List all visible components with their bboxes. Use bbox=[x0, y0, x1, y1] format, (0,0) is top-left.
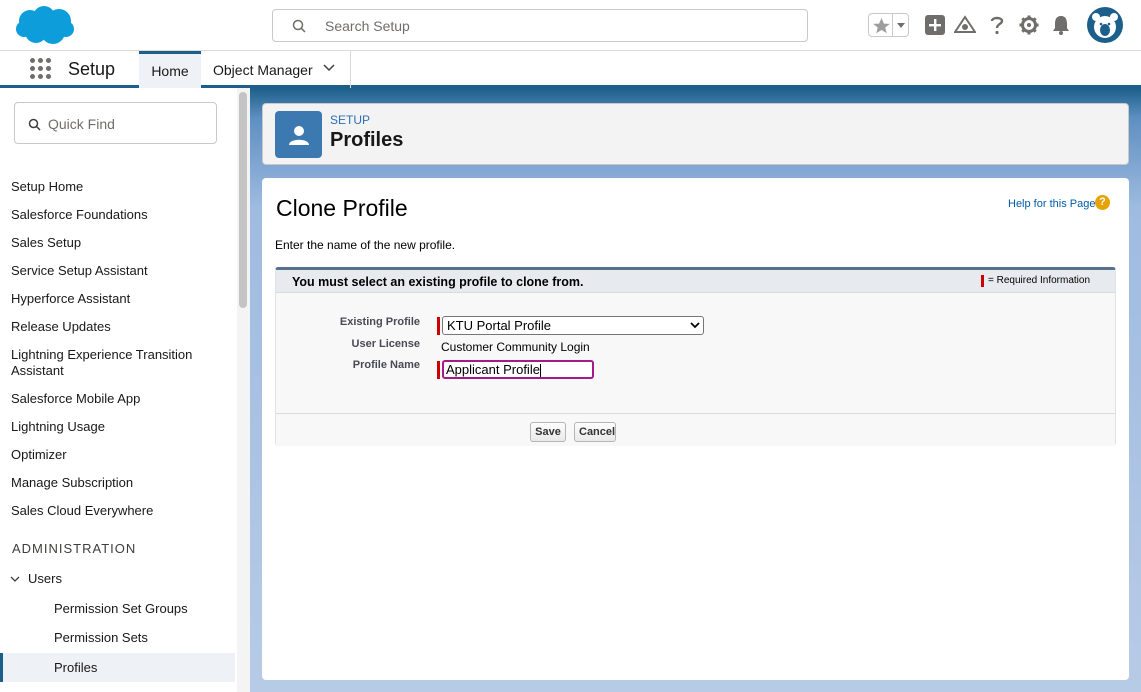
required-indicator bbox=[437, 317, 440, 335]
profile-icon bbox=[275, 111, 322, 158]
search-setup-input[interactable]: Search Setup bbox=[272, 9, 808, 42]
profile-name-input[interactable]: Applicant Profile bbox=[442, 360, 594, 379]
page-block-title: You must select an existing profile to c… bbox=[292, 275, 584, 289]
profile-name-label: Profile Name bbox=[352, 359, 420, 371]
page-title: Profiles bbox=[330, 129, 404, 151]
favorites-button[interactable] bbox=[868, 13, 909, 37]
sidebar-item-release-updates[interactable]: Release Updates bbox=[11, 319, 226, 335]
search-placeholder: Search Setup bbox=[325, 18, 410, 34]
page-eyebrow: SETUP bbox=[330, 113, 371, 127]
page-header: SETUP Profiles bbox=[262, 103, 1129, 165]
chevron-down-icon bbox=[897, 23, 905, 28]
form-title: Clone Profile bbox=[276, 195, 408, 221]
sidebar-item-profiles[interactable]: Profiles bbox=[54, 660, 97, 675]
search-icon bbox=[292, 19, 306, 33]
global-actions-button[interactable] bbox=[922, 12, 948, 38]
setup-button[interactable] bbox=[1016, 12, 1042, 38]
profile-name-value: Applicant Profile bbox=[446, 362, 540, 377]
chevron-down-icon[interactable] bbox=[323, 64, 335, 72]
main-area: SETUP Profiles Clone Profile Help for th… bbox=[250, 88, 1141, 692]
existing-profile-label: Existing Profile bbox=[339, 316, 420, 328]
required-indicator bbox=[437, 361, 440, 379]
user-license-label: User License bbox=[351, 338, 420, 350]
page-block-footer: Save Cancel bbox=[276, 413, 1115, 446]
help-for-page-link[interactable]: Help for this Page bbox=[1008, 198, 1095, 210]
context-bar: Setup Home Object Manager bbox=[0, 51, 1141, 88]
sidebar-item-salesforce-foundations[interactable]: Salesforce Foundations bbox=[11, 207, 226, 223]
help-question-icon[interactable]: ? bbox=[1095, 195, 1110, 210]
app-name: Setup bbox=[68, 59, 116, 79]
tab-object-manager-label: Object Manager bbox=[213, 62, 313, 78]
notifications-button[interactable] bbox=[1048, 12, 1074, 38]
tab-home[interactable]: Home bbox=[139, 51, 201, 88]
cancel-button[interactable]: Cancel bbox=[574, 422, 616, 442]
salesforce-cloud-logo[interactable] bbox=[16, 5, 74, 45]
page-block-header: You must select an existing profile to c… bbox=[276, 270, 1115, 293]
sidebar-section-header: ADMINISTRATION bbox=[12, 541, 137, 556]
chevron-down-icon bbox=[10, 576, 20, 582]
trailhead-icon bbox=[954, 15, 976, 33]
quick-find-placeholder: Quick Find bbox=[48, 116, 115, 132]
scrollbar-thumb[interactable] bbox=[239, 92, 247, 308]
sidebar-scrollbar[interactable] bbox=[237, 88, 250, 692]
sidebar-item-manage-subscription[interactable]: Manage Subscription bbox=[11, 475, 226, 491]
existing-profile-select[interactable]: KTU Portal Profile bbox=[442, 316, 704, 335]
search-icon bbox=[28, 118, 41, 131]
sidebar-item-hyperforce-assistant[interactable]: Hyperforce Assistant bbox=[11, 291, 226, 307]
save-button[interactable]: Save bbox=[530, 422, 566, 442]
sidebar-item-permission-sets[interactable]: Permission Sets bbox=[54, 630, 148, 645]
app-launcher-icon[interactable] bbox=[30, 58, 51, 79]
sidebar-item-permission-set-groups[interactable]: Permission Set Groups bbox=[54, 601, 188, 616]
content-panel: Clone Profile Help for this Page ? Enter… bbox=[262, 178, 1129, 680]
user-avatar-icon bbox=[1092, 13, 1118, 38]
avatar[interactable] bbox=[1087, 7, 1123, 43]
existing-profile-value: KTU Portal Profile bbox=[447, 318, 552, 333]
star-icon bbox=[873, 18, 890, 34]
sidebar-item-setup-home[interactable]: Setup Home bbox=[11, 179, 226, 195]
gear-icon bbox=[1019, 15, 1039, 35]
required-legend-bar bbox=[981, 275, 984, 287]
favorites-dropdown[interactable] bbox=[892, 14, 908, 36]
sidebar-item-users[interactable]: Users bbox=[10, 571, 62, 586]
sidebar-item-sales-setup[interactable]: Sales Setup bbox=[11, 235, 226, 251]
help-button[interactable] bbox=[984, 12, 1010, 38]
global-header: Search Setup bbox=[0, 0, 1141, 51]
sidebar-item-service-setup-assistant[interactable]: Service Setup Assistant bbox=[11, 263, 226, 279]
user-license-value: Customer Community Login bbox=[441, 340, 590, 354]
sidebar-item-salesforce-mobile-app[interactable]: Salesforce Mobile App bbox=[11, 391, 226, 407]
page-block: You must select an existing profile to c… bbox=[275, 267, 1116, 446]
setup-sidebar: Quick Find Setup Home Salesforce Foundat… bbox=[0, 88, 250, 692]
quick-find-input[interactable]: Quick Find bbox=[14, 102, 217, 144]
sidebar-item-lightning-usage[interactable]: Lightning Usage bbox=[11, 419, 226, 435]
trailhead-button[interactable] bbox=[952, 12, 978, 38]
tab-object-manager[interactable]: Object Manager bbox=[201, 51, 351, 88]
help-icon bbox=[990, 16, 1004, 35]
add-icon bbox=[925, 15, 945, 35]
sidebar-item-users-label: Users bbox=[28, 571, 62, 586]
sidebar-item-sales-cloud-everywhere[interactable]: Sales Cloud Everywhere bbox=[11, 503, 226, 519]
sidebar-item-lightning-transition-assistant[interactable]: Lightning Experience Transition Assistan… bbox=[11, 347, 226, 379]
sidebar-active-indicator bbox=[0, 653, 235, 682]
bell-icon bbox=[1053, 16, 1069, 35]
text-caret bbox=[539, 364, 541, 378]
chevron-down-icon bbox=[690, 322, 700, 329]
form-description: Enter the name of the new profile. bbox=[275, 238, 456, 252]
sidebar-item-optimizer[interactable]: Optimizer bbox=[11, 447, 226, 463]
required-legend-text: = Required Information bbox=[988, 275, 1091, 286]
